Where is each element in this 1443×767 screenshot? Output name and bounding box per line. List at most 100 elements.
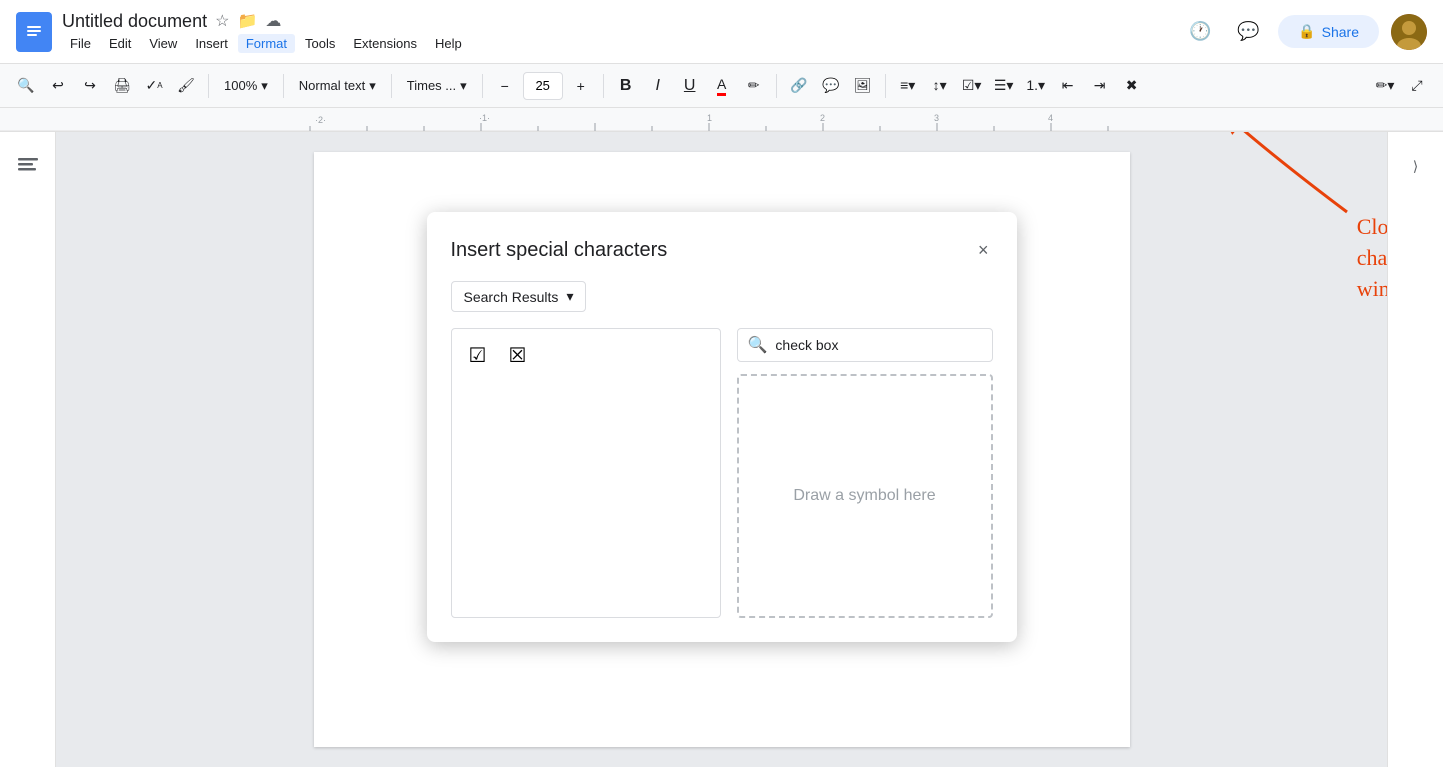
dialog-overlay: Insert special characters × Search Resul… — [314, 152, 1130, 747]
history-button[interactable]: 🕐 — [1182, 14, 1218, 50]
search-results-dropdown[interactable]: Search Results ▾ — [451, 281, 587, 312]
toolbar-divider-2 — [283, 74, 284, 98]
menu-edit[interactable]: Edit — [101, 34, 139, 53]
svg-text:4: 4 — [1048, 113, 1053, 123]
zoom-value: 100% — [224, 78, 257, 93]
title-bar-right: 🕐 💬 🔒 Share — [1182, 14, 1427, 50]
char-item-ballot-box-x[interactable]: ☒ — [500, 337, 536, 373]
left-sidebar — [0, 132, 56, 767]
doc-area: Insert special characters × Search Resul… — [56, 132, 1387, 767]
outline-btn[interactable] — [10, 148, 46, 184]
dialog-body: ☑ ☒ 🔍 Draw a symbol here — [451, 328, 993, 618]
right-sidebar-expand[interactable]: ⟩ — [1398, 148, 1434, 184]
font-color-icon: A — [717, 76, 726, 96]
dialog-header: Insert special characters × — [451, 236, 993, 265]
cloud-icon[interactable]: ☁ — [265, 11, 281, 31]
menu-file[interactable]: File — [62, 34, 99, 53]
right-sidebar: ⟩ — [1387, 132, 1443, 767]
annotation: Close the Specialcharacter pop-upwindow — [1357, 212, 1387, 304]
style-dropdown-icon: ▾ — [369, 78, 376, 94]
menu-insert[interactable]: Insert — [187, 34, 236, 53]
search-toolbar-btn[interactable]: 🔍 — [12, 71, 40, 101]
toolbar: 🔍 ↩ ↪ 🖨 ✓A 🖌 100% ▾ Normal text ▾ Times … — [0, 64, 1443, 108]
style-select[interactable]: Normal text ▾ — [292, 72, 383, 100]
zoom-dropdown-icon: ▾ — [261, 78, 268, 94]
title-bar: Untitled document ☆ 📁 ☁ File Edit View I… — [0, 0, 1443, 64]
font-select[interactable]: Times ... ▾ — [400, 72, 474, 100]
folder-icon[interactable]: 📁 — [237, 11, 257, 31]
font-size-decrease-btn[interactable]: − — [491, 71, 519, 101]
clear-format-btn[interactable]: ✖ — [1118, 71, 1146, 101]
zoom-select[interactable]: 100% ▾ — [217, 72, 275, 100]
search-input-container[interactable]: 🔍 — [737, 328, 993, 362]
align-btn[interactable]: ≡▾ — [894, 71, 922, 101]
svg-text:·1·: ·1· — [479, 113, 490, 123]
insert-special-chars-dialog[interactable]: Insert special characters × Search Resul… — [427, 212, 1017, 642]
title-info: Untitled document ☆ 📁 ☁ File Edit View I… — [62, 11, 470, 53]
chars-grid: ☑ ☒ — [451, 328, 721, 618]
toolbar-divider-6 — [776, 74, 777, 98]
draw-area[interactable]: Draw a symbol here — [737, 374, 993, 618]
underline-btn[interactable]: U — [676, 71, 704, 101]
toolbar-divider-1 — [208, 74, 209, 98]
doc-page[interactable]: Insert special characters × Search Resul… — [314, 152, 1130, 747]
google-docs-icon — [16, 12, 52, 52]
toolbar-divider-4 — [482, 74, 483, 98]
undo-btn[interactable]: ↩ — [44, 71, 72, 101]
italic-btn[interactable]: I — [644, 71, 672, 101]
print-btn[interactable]: 🖨 — [108, 71, 136, 101]
menu-help[interactable]: Help — [427, 34, 470, 53]
list-btn[interactable]: ☰▾ — [990, 71, 1018, 101]
search-input[interactable] — [775, 337, 981, 353]
numberedlist-btn[interactable]: 1.▾ — [1022, 71, 1050, 101]
font-size-input[interactable]: 25 — [523, 72, 563, 100]
dropdown-label: Search Results — [464, 289, 559, 305]
char-item-ballot-box-check[interactable]: ☑ — [460, 337, 496, 373]
font-size-value: 25 — [535, 78, 549, 93]
image-btn[interactable]: 🖼 — [849, 71, 877, 101]
draw-placeholder: Draw a symbol here — [793, 487, 935, 505]
dialog-title: Insert special characters — [451, 239, 668, 262]
spellcheck-btn[interactable]: ✓A — [140, 71, 168, 101]
doc-title[interactable]: Untitled document — [62, 11, 207, 32]
svg-text:·2·: ·2· — [315, 115, 326, 125]
svg-text:1: 1 — [707, 113, 712, 123]
doc-title-row: Untitled document ☆ 📁 ☁ — [62, 11, 470, 32]
link-btn[interactable]: 🔗 — [785, 71, 813, 101]
search-icon: 🔍 — [748, 335, 768, 355]
star-icon[interactable]: ☆ — [215, 11, 229, 31]
menu-extensions[interactable]: Extensions — [345, 34, 425, 53]
menu-format[interactable]: Format — [238, 34, 295, 53]
expand-btn[interactable]: ⤢ — [1403, 71, 1431, 101]
chat-button[interactable]: 💬 — [1230, 14, 1266, 50]
title-bar-left: Untitled document ☆ 📁 ☁ File Edit View I… — [16, 11, 470, 53]
menu-tools[interactable]: Tools — [297, 34, 343, 53]
dialog-chars-panel: ☑ ☒ — [451, 328, 721, 618]
outdent-btn[interactable]: ⇤ — [1054, 71, 1082, 101]
font-label: Times ... — [407, 78, 456, 93]
pencil-btn[interactable]: ✏▾ — [1371, 71, 1399, 101]
toolbar-divider-3 — [391, 74, 392, 98]
indent-btn[interactable]: ⇥ — [1086, 71, 1114, 101]
share-button[interactable]: 🔒 Share — [1278, 15, 1379, 48]
paintformat-btn[interactable]: 🖌 — [172, 71, 200, 101]
comment-btn[interactable]: 💬 — [817, 71, 845, 101]
main-area: Insert special characters × Search Resul… — [0, 132, 1443, 767]
lineheight-btn[interactable]: ↕▾ — [926, 71, 954, 101]
bold-btn[interactable]: B — [612, 71, 640, 101]
highlight-btn[interactable]: ✏ — [740, 71, 768, 101]
redo-btn[interactable]: ↪ — [76, 71, 104, 101]
svg-text:2: 2 — [820, 113, 825, 123]
avatar[interactable] — [1391, 14, 1427, 50]
annotation-arrow — [1187, 132, 1387, 222]
checklist-btn[interactable]: ☑▾ — [958, 71, 986, 101]
lock-icon: 🔒 — [1298, 23, 1315, 40]
dialog-close-button[interactable]: × — [974, 236, 993, 265]
dropdown-arrow-icon: ▾ — [566, 288, 573, 305]
share-label: Share — [1322, 24, 1359, 40]
menu-view[interactable]: View — [141, 34, 185, 53]
font-size-increase-btn[interactable]: + — [567, 71, 595, 101]
font-color-btn[interactable]: A — [708, 71, 736, 101]
style-label: Normal text — [299, 78, 365, 93]
toolbar-divider-7 — [885, 74, 886, 98]
